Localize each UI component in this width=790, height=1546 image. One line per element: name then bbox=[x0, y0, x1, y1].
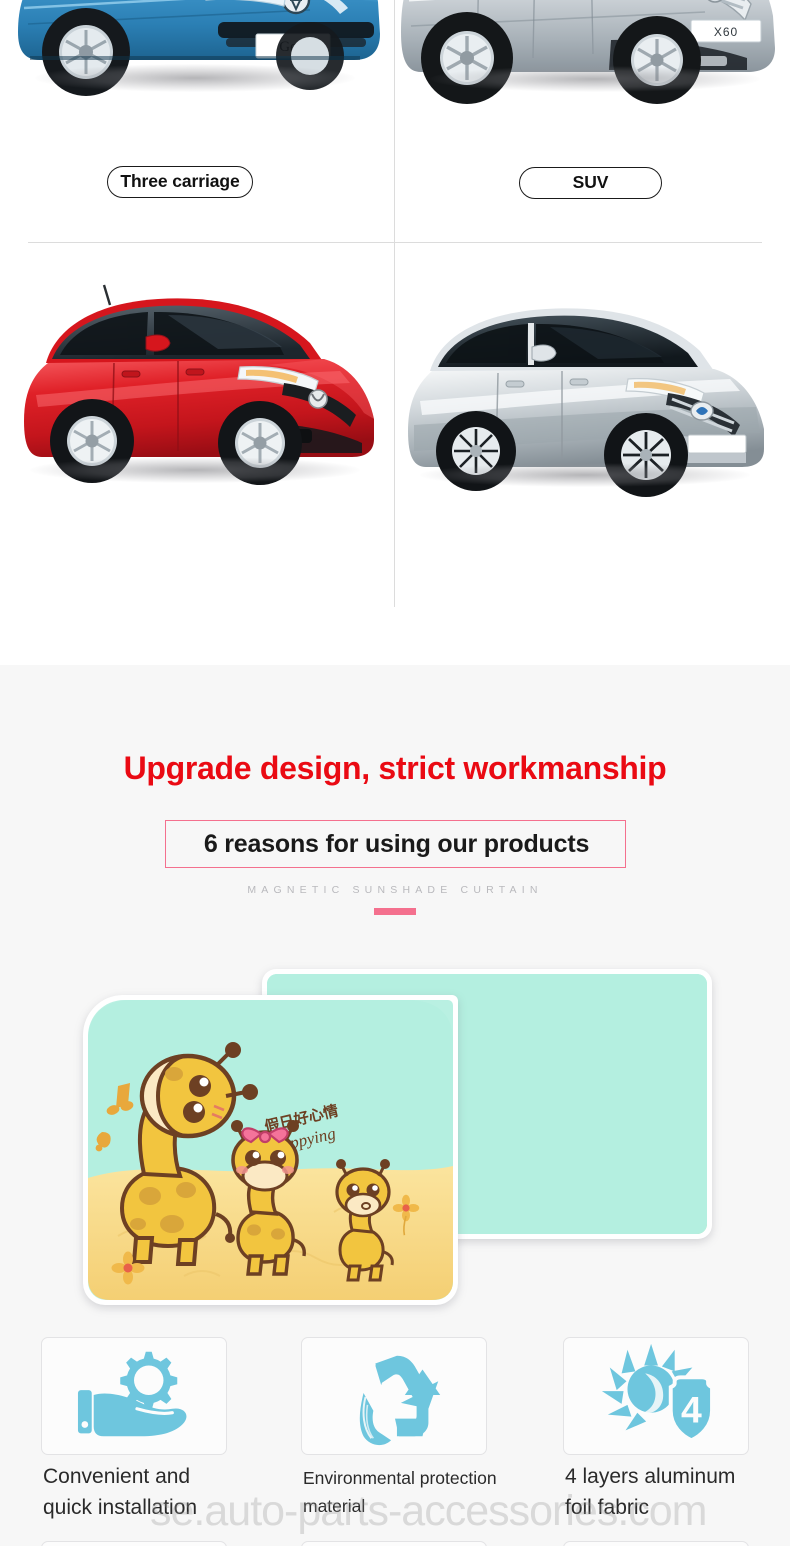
car-type-cell-mpv[interactable]: MPV bbox=[395, 243, 790, 607]
promo-accent-bar bbox=[374, 908, 416, 915]
car-type-cell-suv[interactable]: X60 SUV bbox=[395, 0, 790, 242]
promo-subtitle: MAGNETIC SUNSHADE CURTAIN bbox=[247, 884, 543, 896]
sunshade-product-images: 假日好心情 happying bbox=[0, 955, 790, 1315]
sun-shield-four-icon: 4 bbox=[601, 1343, 714, 1443]
feature-label-2: Environmental protection material bbox=[303, 1468, 497, 1516]
car-type-pill-three-carriage[interactable]: Three carriage bbox=[107, 166, 253, 198]
product-detail-page: Golf bbox=[0, 0, 790, 1546]
silver-suv-image: X60 bbox=[395, 0, 790, 135]
red-hatchback-image bbox=[18, 271, 378, 501]
promo-title: Upgrade design, strict workmanship bbox=[123, 750, 667, 786]
feature-label-1: Convenient and quick installation bbox=[43, 1465, 198, 1519]
feature-card-foil[interactable]: 4 4 layers aluminum foil fabric bbox=[563, 1337, 749, 1542]
car-type-pill-suv[interactable]: SUV bbox=[519, 167, 662, 199]
feature-card-material[interactable]: Environmental protection material bbox=[301, 1337, 497, 1542]
silver-mpv-image bbox=[400, 283, 775, 508]
promo-boxed-title: 6 reasons for using our products bbox=[203, 830, 590, 858]
feature-label-3: 4 layers aluminum foil fabric bbox=[565, 1465, 736, 1519]
car-type-grid: Golf bbox=[0, 0, 790, 825]
feature-icon-box-2 bbox=[301, 1337, 487, 1455]
hand-holding-gear-icon bbox=[77, 1351, 187, 1437]
feature-icon-box-3: 4 bbox=[563, 1337, 749, 1455]
feature-icon-box-1 bbox=[41, 1337, 227, 1455]
feature-icon-box-5-partial[interactable] bbox=[301, 1541, 487, 1546]
car-type-cell-two-carriages[interactable]: Two carriages bbox=[0, 243, 394, 825]
recycle-leaf-icon bbox=[359, 1355, 441, 1446]
promo-boxed-title-frame: 6 reasons for using our products bbox=[165, 820, 626, 868]
promo-section: Upgrade design, strict workmanship 6 rea… bbox=[0, 665, 790, 1546]
shield-number: 4 bbox=[681, 1389, 702, 1431]
feature-card-installation[interactable]: Convenient and quick installation bbox=[41, 1337, 227, 1542]
feature-icon-box-4-partial[interactable] bbox=[41, 1541, 227, 1546]
feature-icon-box-6-partial[interactable] bbox=[563, 1541, 749, 1546]
blue-hatchback-image: Golf bbox=[10, 0, 390, 132]
car-type-cell-three-carriage[interactable]: Golf bbox=[0, 0, 394, 242]
feature-cards: Convenient and quick installation Enviro… bbox=[0, 1337, 790, 1546]
svg-text:X60: X60 bbox=[714, 25, 738, 39]
sunshade-panel-front: 假日好心情 happying bbox=[83, 995, 458, 1305]
sunshade-front-art: 假日好心情 happying bbox=[88, 1000, 453, 1300]
